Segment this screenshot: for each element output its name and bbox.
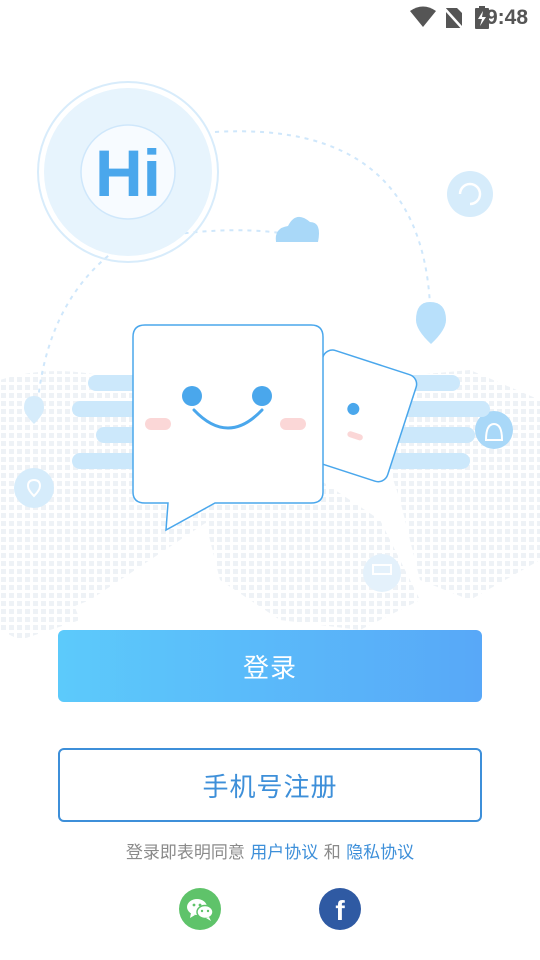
agreement-prefix: 登录即表明同意 [125,843,245,863]
location-circle-icon [14,468,54,508]
privacy-policy-link[interactable]: 隐私协议 [346,843,414,863]
login-button[interactable]: 登录 [58,630,482,702]
main-chat-bubble [132,324,324,532]
phone-register-button-label: 手机号注册 [202,772,338,803]
agreement-conjunction: 和 [323,843,341,863]
no-sim-icon [444,6,464,34]
illustration: Hi [0,81,540,640]
refresh-circle-icon [447,171,493,217]
status-bar: 9:48 [0,0,540,36]
cloud-icon [275,216,319,242]
hi-bubble: Hi [37,81,219,263]
facebook-icon: f [335,895,345,926]
status-time: 9:48 [485,6,528,29]
hi-text: Hi [95,136,161,210]
wechat-icon [187,899,214,921]
login-button-label: 登录 [242,653,297,684]
phone-register-button[interactable]: 手机号注册 [58,748,482,822]
wechat-login-button[interactable] [179,888,221,930]
location-pin-icon [416,302,446,344]
facebook-login-button[interactable]: f [319,888,361,930]
agreement-text: 登录即表明同意 用户协议 和 隐私协议 [0,838,540,863]
user-agreement-link[interactable]: 用户协议 [250,843,318,863]
facebook-glyph: f [335,895,345,926]
sign-circle-icon [363,554,401,592]
wifi-icon [410,6,436,32]
